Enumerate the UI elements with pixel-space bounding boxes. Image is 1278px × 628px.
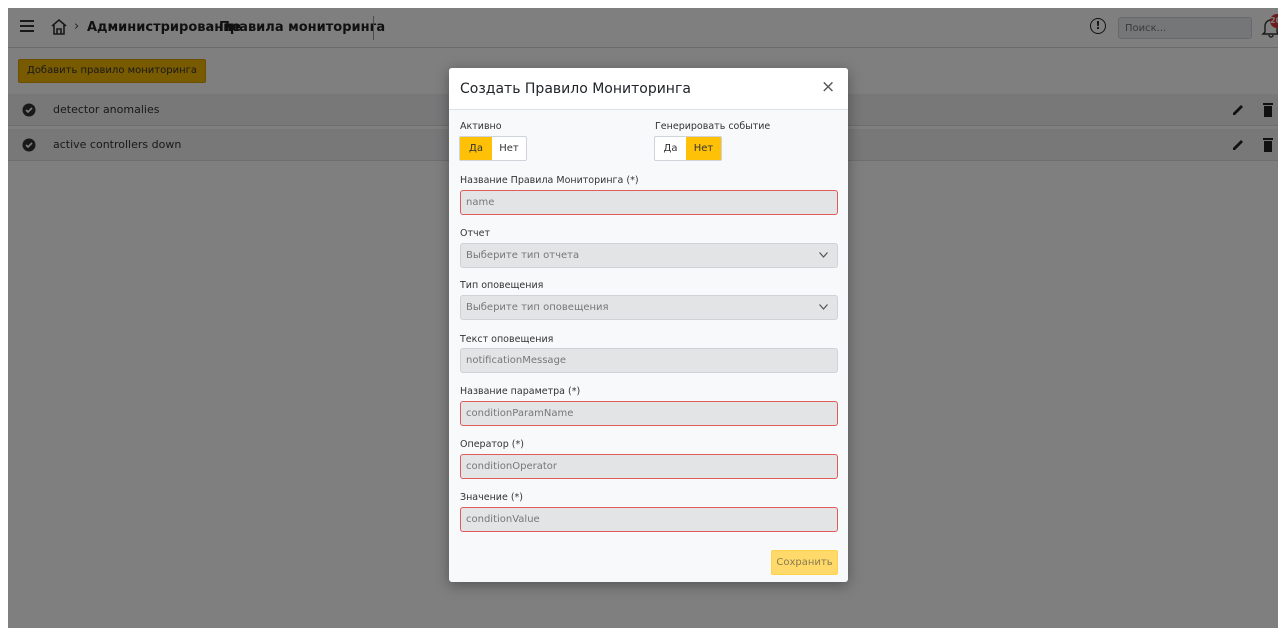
param-name-label: Название параметра (*) [460,386,581,397]
generate-event-label: Генерировать событие [655,121,771,132]
notification-type-placeholder: Выберите тип оповещения [466,302,609,313]
notification-type-label: Тип оповещения [460,280,544,291]
report-select-placeholder: Выберите тип отчета [466,250,580,261]
report-select[interactable]: Выберите тип отчета [460,243,838,268]
notification-type-select[interactable]: Выберите тип оповещения [460,295,838,320]
page-edge [0,0,8,628]
param-name-input[interactable]: conditionParamName [460,401,838,426]
rule-name-input[interactable]: name [460,190,838,215]
chevron-down-icon [819,304,828,310]
active-yes-button[interactable]: Да [460,137,492,160]
modal-title: Создать Правило Мониторинга [460,81,691,97]
rule-name-label: Название Правила Мониторинга (*) [460,175,639,186]
modal-header: Создать Правило Мониторинга × [449,68,848,110]
active-no-button[interactable]: Нет [492,137,526,160]
active-label: Активно [460,121,502,132]
notification-text-input[interactable]: notificationMessage [460,348,838,373]
operator-input[interactable]: conditionOperator [460,454,838,479]
notification-text-label: Текст оповещения [460,334,554,345]
operator-label: Оператор (*) [460,439,524,450]
value-input[interactable]: conditionValue [460,507,838,532]
active-toggle: Да Нет [459,136,527,161]
value-label: Значение (*) [460,492,523,503]
page-edge [0,0,1278,8]
generate-event-no-button[interactable]: Нет [686,137,721,160]
generate-event-toggle: Да Нет [654,136,722,161]
create-monitoring-rule-modal: Создать Правило Мониторинга × Активно Да… [449,68,848,582]
close-icon[interactable]: × [821,78,835,96]
chevron-down-icon [819,252,828,258]
save-button[interactable]: Сохранить [771,550,838,575]
generate-event-yes-button[interactable]: Да [655,137,686,160]
report-label: Отчет [460,228,491,239]
